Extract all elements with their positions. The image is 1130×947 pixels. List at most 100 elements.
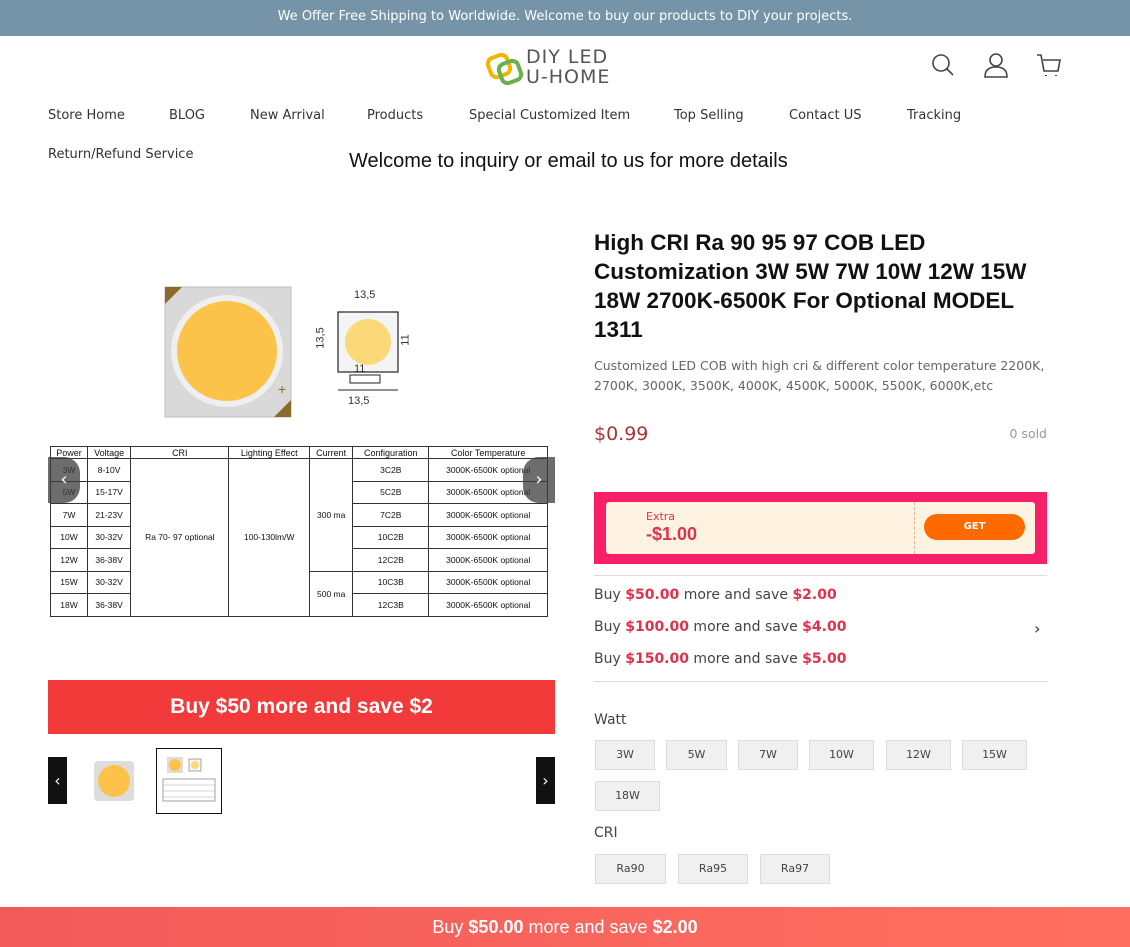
- thumbnail-spec[interactable]: [156, 748, 222, 814]
- coupon-amount: -$1.00: [646, 524, 698, 544]
- spec-cell: 18W: [50, 593, 88, 617]
- spec-header: Color Temperature: [428, 446, 548, 459]
- spec-cell: 15-17V: [86, 480, 132, 504]
- product-title: High CRI Ra 90 95 97 COB LED Customizati…: [594, 230, 1027, 342]
- watt-option-5w[interactable]: 5W: [666, 740, 727, 770]
- nav-products[interactable]: Products: [367, 108, 423, 123]
- svg-text:+: +: [278, 381, 286, 397]
- nav-blog[interactable]: BLOG: [169, 108, 205, 123]
- chevron-right-icon[interactable]: ›: [1034, 619, 1040, 638]
- discount-amount: $150.00: [625, 651, 689, 667]
- spec-header: Configuration: [352, 446, 430, 459]
- watt-option-10w[interactable]: 10W: [809, 740, 874, 770]
- spec-cell: 7C2B: [352, 503, 430, 527]
- cri-label: CRI: [594, 825, 618, 841]
- spec-cell: 3000K-6500K optional: [428, 570, 548, 594]
- product-subtitle: Customized LED COB with high cri & diffe…: [594, 358, 1045, 393]
- discount-tier: Buy $100.00 more and save $4.00: [594, 619, 846, 635]
- spec-cell: 8-10V: [86, 458, 132, 482]
- discount-save: $2.00: [792, 587, 837, 603]
- spec-cell: 15W: [50, 570, 88, 594]
- spec-cell: 36-38V: [86, 593, 132, 617]
- discount-pre: Buy: [594, 651, 626, 667]
- sold-count: 0 sold: [1009, 426, 1048, 441]
- spec-header: Current: [309, 446, 354, 459]
- coupon-get-button[interactable]: GET: [924, 514, 1025, 540]
- discount-pre: Buy: [594, 619, 626, 635]
- spec-cell: 21-23V: [86, 503, 132, 527]
- nav-return-refund[interactable]: Return/Refund Service: [48, 147, 193, 162]
- bottom-promo-bar[interactable]: Buy $50.00 more and save $2.00: [0, 907, 1130, 947]
- discount-tier: Buy $150.00 more and save $5.00: [594, 651, 846, 667]
- spec-cell: 12C3B: [352, 593, 430, 617]
- cri-option-ra95[interactable]: Ra95: [678, 854, 748, 884]
- chevron-right-icon: ›: [542, 771, 549, 790]
- watt-option-18w[interactable]: 18W: [595, 781, 660, 811]
- spec-cell: 7W: [50, 503, 88, 527]
- bottom-save: $2.00: [652, 917, 698, 937]
- cri-option-ra97[interactable]: Ra97: [760, 854, 830, 884]
- nav-store-home[interactable]: Store Home: [48, 108, 125, 123]
- welcome-message: Welcome to inquiry or email to us for mo…: [349, 150, 788, 172]
- product-main-image: + 13,5 13,5 11 11 13,5 Power Voltage CRI…: [48, 250, 555, 650]
- spec-lighting-cell: 100-130lm/W: [228, 458, 311, 617]
- logo-line-1: DIY LED: [526, 46, 609, 68]
- spec-cell: 3000K-6500K optional: [428, 548, 548, 572]
- watt-option-3w[interactable]: 3W: [595, 740, 655, 770]
- spec-cell: 10W: [50, 525, 88, 549]
- bottom-amount: $50.00: [468, 917, 524, 937]
- nav-top-selling[interactable]: Top Selling: [674, 108, 744, 123]
- bottom-pre: Buy: [432, 917, 469, 937]
- nav-new-arrival[interactable]: New Arrival: [250, 108, 325, 123]
- discount-amount: $100.00: [625, 619, 689, 635]
- spec-cell: 36-38V: [86, 548, 132, 572]
- cri-option-ra90[interactable]: Ra90: [595, 854, 666, 884]
- user-icon[interactable]: [983, 52, 1009, 78]
- nav-special-customized-item[interactable]: Special Customized Item: [469, 108, 630, 123]
- discount-mid: more and save: [688, 651, 803, 667]
- spec-cell: 12C2B: [352, 548, 430, 572]
- thumb-prev-button[interactable]: ‹: [48, 757, 67, 804]
- discount-pre: Buy: [594, 587, 626, 603]
- spec-header: Lighting Effect: [228, 446, 311, 459]
- discount-tier: Buy $50.00 more and save $2.00: [594, 587, 837, 603]
- spec-cell: 10C3B: [352, 570, 430, 594]
- promo-banner: Buy $50 more and save $2: [48, 680, 555, 734]
- dim-mid-label: 11: [354, 363, 366, 375]
- gallery-prev-button[interactable]: ‹: [48, 457, 80, 503]
- spec-table: Power Voltage CRI Lighting Effect Curren…: [50, 446, 548, 617]
- thumb-next-button[interactable]: ›: [536, 757, 555, 804]
- spec-cri-cell: Ra 70- 97 optional: [130, 458, 230, 617]
- watt-label: Watt: [594, 712, 627, 728]
- dim-top-label: 13,5: [354, 289, 376, 301]
- discount-mid: more and save: [688, 619, 803, 635]
- spec-cell: 30-32V: [86, 525, 132, 549]
- cart-icon[interactable]: [1036, 52, 1062, 78]
- coupon-divider: [914, 502, 915, 554]
- search-icon[interactable]: [930, 52, 956, 78]
- spec-current-cell: 500 ma: [309, 570, 354, 617]
- watt-option-12w[interactable]: 12W: [886, 740, 951, 770]
- logo-rings-icon: [485, 52, 524, 86]
- divider: [594, 575, 1047, 576]
- dim-right-label: 11: [399, 334, 412, 346]
- chevron-left-icon: ‹: [60, 469, 68, 490]
- spec-cell: 3000K-6500K optional: [428, 525, 548, 549]
- spec-header: Voltage: [86, 446, 132, 459]
- store-logo[interactable]: DIY LED U-HOME: [485, 44, 626, 90]
- coupon-card: Extra -$1.00 GET: [594, 492, 1047, 564]
- spec-cell: 12W: [50, 548, 88, 572]
- nav-tracking[interactable]: Tracking: [907, 108, 961, 123]
- nav-contact-us[interactable]: Contact US: [789, 108, 861, 123]
- spec-cell: 3C2B: [352, 458, 430, 482]
- watt-option-7w[interactable]: 7W: [738, 740, 798, 770]
- chevron-left-icon: ‹: [54, 771, 61, 790]
- watt-option-15w[interactable]: 15W: [962, 740, 1027, 770]
- spec-cell: 5C2B: [352, 480, 430, 504]
- cob-led-drawing: +: [164, 286, 399, 418]
- gallery-next-button[interactable]: ›: [523, 457, 555, 503]
- spec-cell: 10C2B: [352, 525, 430, 549]
- announcement-bar: We Offer Free Shipping to Worldwide. Wel…: [0, 0, 1130, 36]
- spec-current-cell: 300 ma: [309, 458, 354, 572]
- thumbnail-cob[interactable]: [81, 748, 147, 814]
